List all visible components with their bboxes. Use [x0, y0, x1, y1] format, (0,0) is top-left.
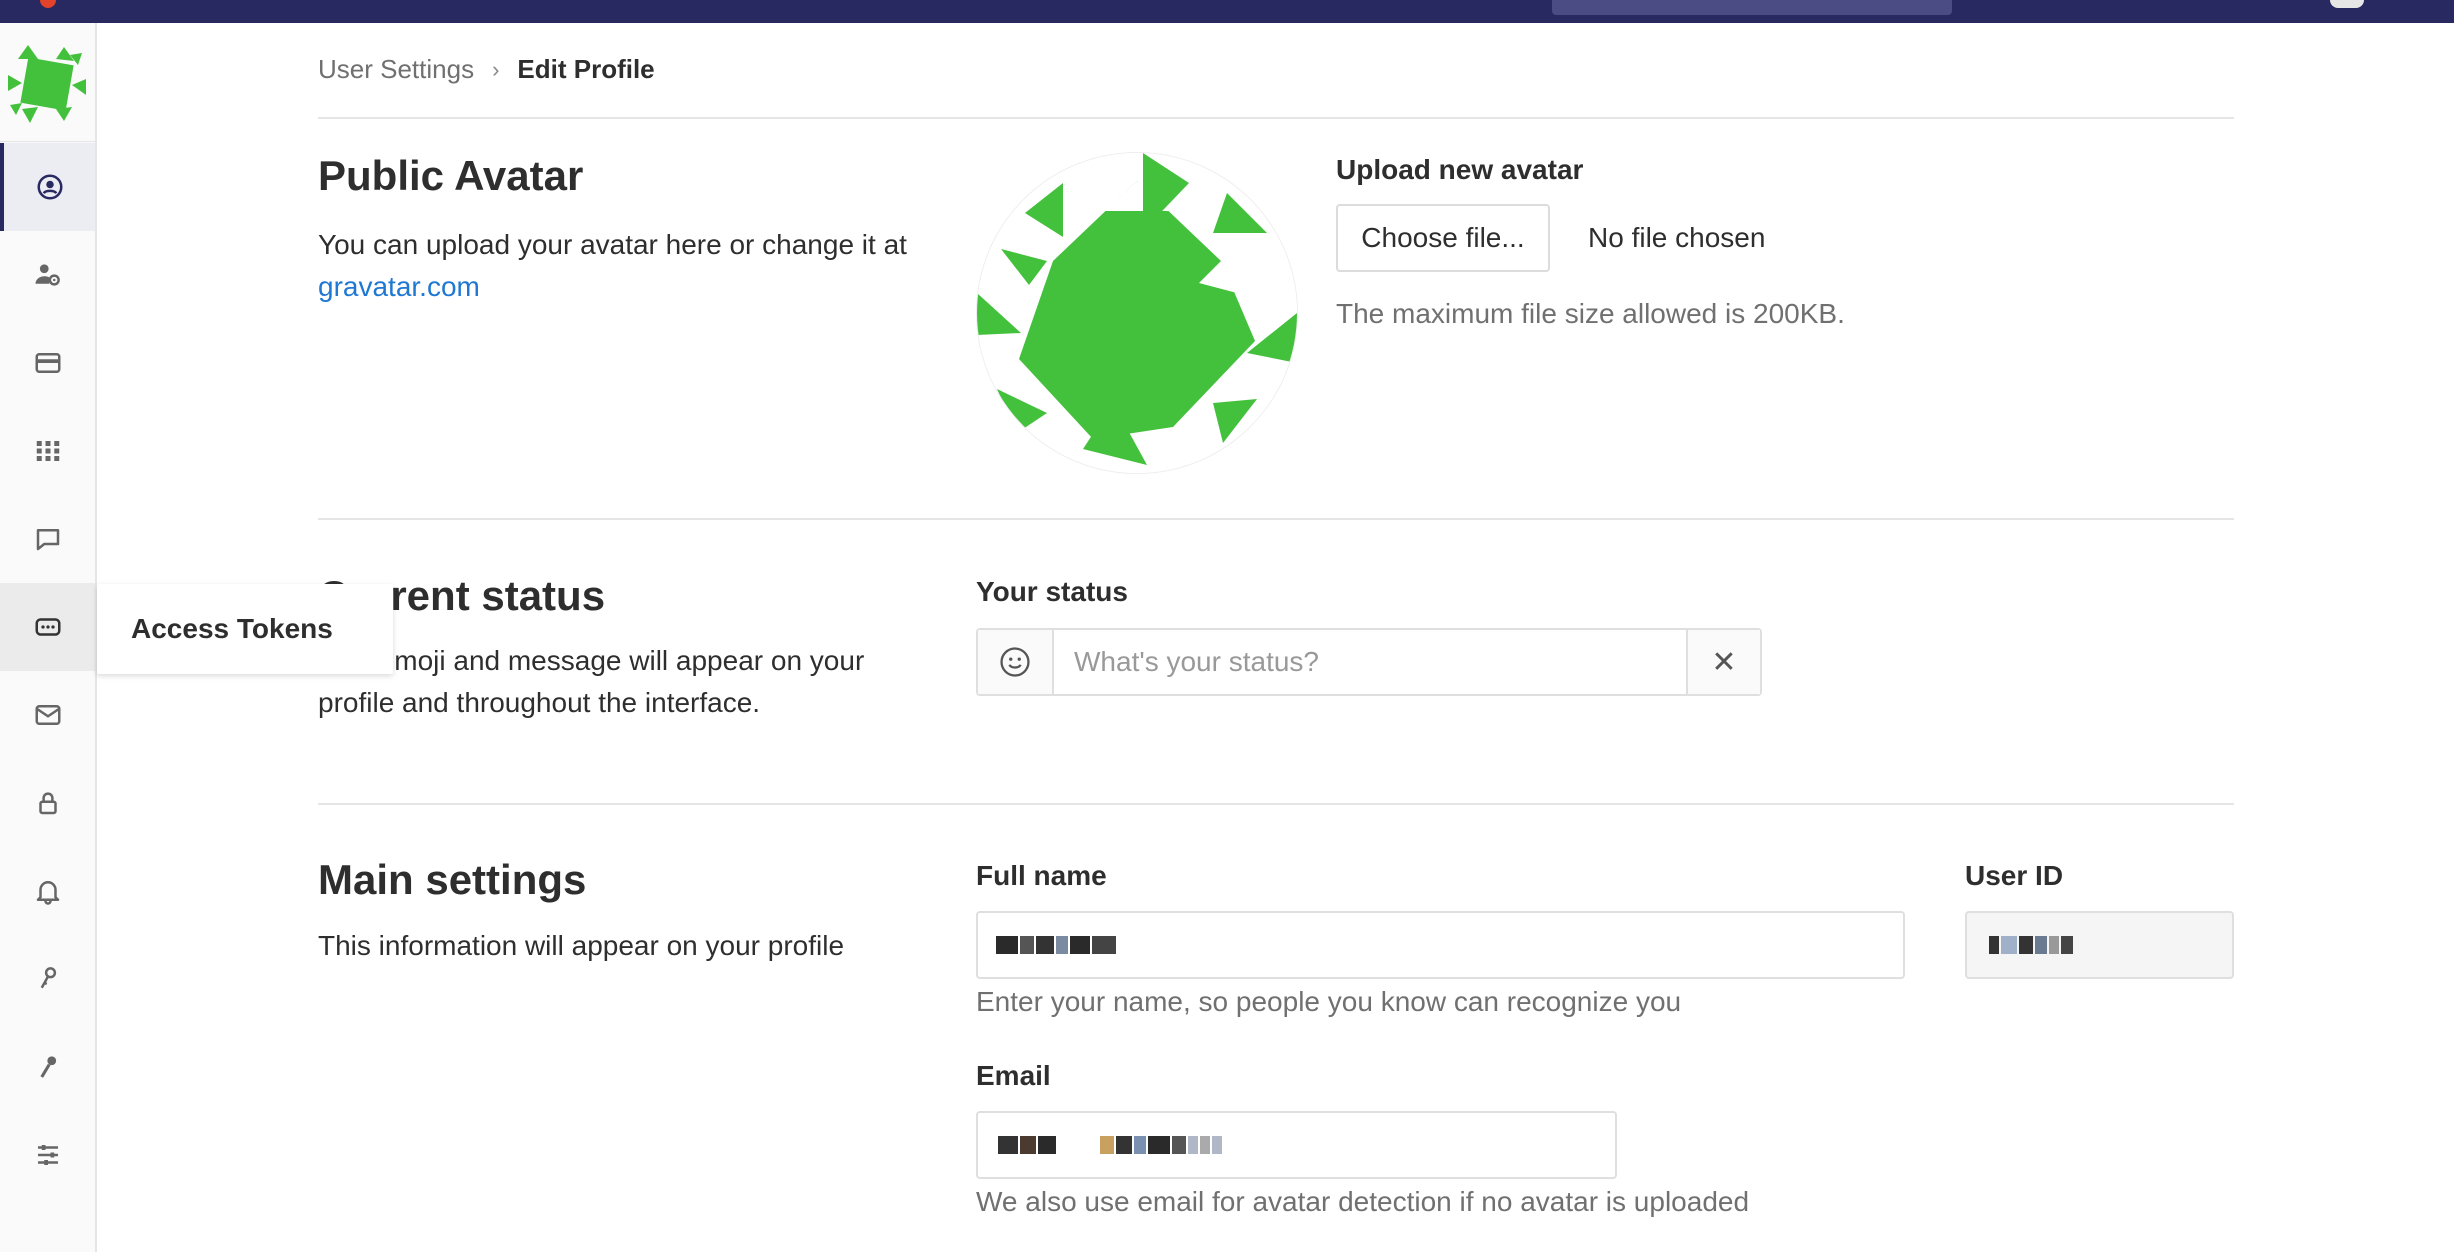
user-id-field	[1965, 911, 2234, 979]
emails-icon	[35, 705, 60, 725]
no-file-chosen-text: No file chosen	[1588, 222, 1766, 253]
sidebar-divider	[0, 141, 95, 142]
gpg-key-icon	[39, 1056, 56, 1078]
current-status-description: This emoji and message will appear on yo…	[318, 645, 865, 718]
access-tokens-icon	[35, 618, 60, 636]
sidebar-item-account[interactable]	[0, 231, 95, 319]
sidebar-item-password[interactable]	[0, 759, 95, 847]
user-id-label: User ID	[1965, 860, 2064, 891]
breadcrumb: User Settings › Edit Profile	[318, 54, 655, 85]
top-navbar	[0, 0, 2454, 23]
settings-sidebar	[0, 23, 97, 1252]
billing-icon	[35, 353, 60, 373]
email-hint: We also use email for avatar detection i…	[976, 1186, 1750, 1217]
email-label: Email	[976, 1060, 1051, 1091]
max-file-size-hint: The maximum file size allowed is 200KB.	[1336, 298, 1845, 329]
status-message-input[interactable]	[1054, 630, 1686, 694]
redacted-email	[998, 1134, 1222, 1156]
clear-status-close-icon[interactable]: ✕	[1686, 630, 1760, 694]
sidebar-item-notifications[interactable]	[0, 847, 95, 935]
public-avatar-title: Public Avatar	[318, 152, 584, 199]
lock-icon	[38, 792, 57, 815]
preferences-sliders-icon	[37, 1145, 58, 1165]
divider	[318, 518, 2234, 520]
chat-icon	[36, 529, 59, 551]
sidebar-item-emails[interactable]	[0, 671, 95, 759]
user-avatar-logo-icon[interactable]	[8, 45, 86, 123]
divider	[318, 803, 2234, 805]
sidebar-item-access-tokens[interactable]	[0, 583, 95, 671]
account-icon	[35, 264, 60, 286]
email-input[interactable]	[976, 1111, 1617, 1179]
upload-avatar-label: Upload new avatar	[1336, 154, 1584, 185]
smiley-icon	[1000, 647, 1030, 677]
full-name-label: Full name	[976, 860, 1107, 891]
full-name-input[interactable]	[976, 911, 1905, 979]
user-avatar[interactable]	[2330, 0, 2364, 8]
breadcrumb-parent[interactable]: User Settings	[318, 54, 474, 85]
sidebar-tooltip: Access Tokens	[97, 584, 393, 674]
profile-icon	[37, 174, 62, 200]
sidebar-item-profile[interactable]	[0, 143, 95, 231]
gravatar-link[interactable]: gravatar.com	[318, 271, 480, 302]
gitlab-logo-icon[interactable]	[40, 0, 56, 8]
sidebar-item-ssh-keys[interactable]	[0, 935, 95, 1023]
breadcrumb-chevron-icon: ›	[492, 56, 500, 82]
redacted-user-id	[1989, 934, 2073, 956]
sidebar-item-gpg-keys[interactable]	[0, 1023, 95, 1111]
breadcrumb-current: Edit Profile	[517, 54, 655, 84]
sidebar-item-applications[interactable]	[0, 407, 95, 495]
divider	[318, 117, 2234, 119]
avatar-preview	[976, 152, 1298, 474]
sidebar-item-preferences[interactable]	[0, 1111, 95, 1199]
search-box[interactable]	[1552, 0, 1952, 15]
main-settings-description: This information will appear on your pro…	[318, 930, 845, 961]
emoji-picker-button[interactable]	[978, 630, 1054, 694]
sidebar-item-chat[interactable]	[0, 495, 95, 583]
your-status-label: Your status	[976, 576, 1128, 607]
redacted-full-name	[996, 934, 1116, 956]
choose-file-button[interactable]: Choose file...	[1336, 204, 1550, 272]
full-name-hint: Enter your name, so people you know can …	[976, 986, 1682, 1017]
key-icon	[40, 967, 56, 989]
main-settings-title: Main settings	[318, 856, 587, 903]
applications-icon	[36, 441, 59, 461]
public-avatar-description-text: You can upload your avatar here or chang…	[318, 229, 907, 260]
sidebar-item-billing[interactable]	[0, 319, 95, 407]
bell-icon	[36, 881, 59, 905]
public-avatar-description: You can upload your avatar here or chang…	[318, 224, 918, 308]
status-input-group: ✕	[976, 628, 1762, 696]
